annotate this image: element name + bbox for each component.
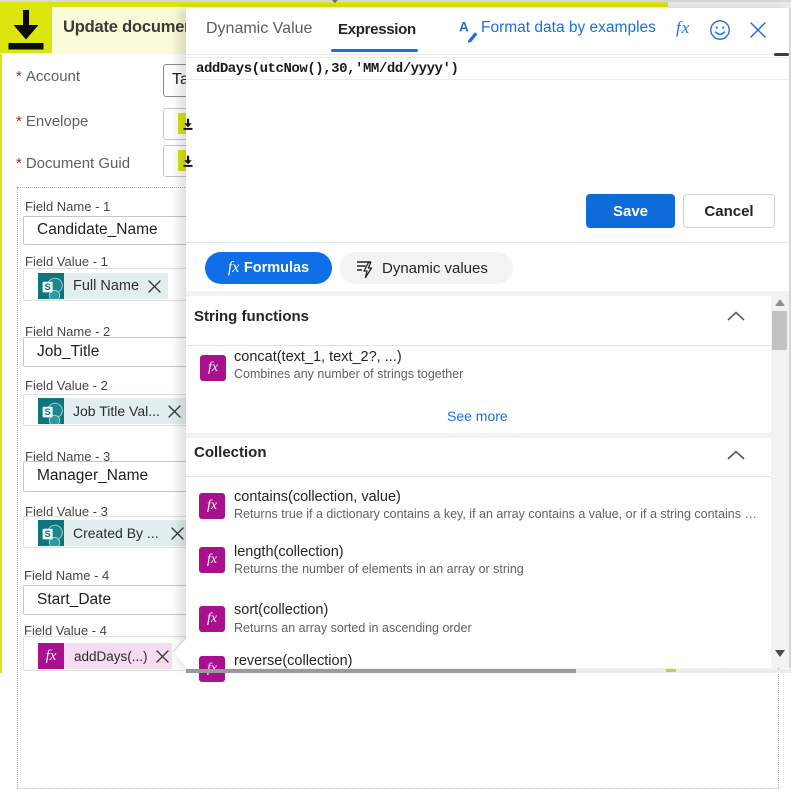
svg-text:S: S — [45, 529, 51, 539]
svg-text:S: S — [45, 282, 51, 292]
svg-text:A: A — [459, 20, 469, 35]
svg-text:S: S — [45, 407, 51, 417]
